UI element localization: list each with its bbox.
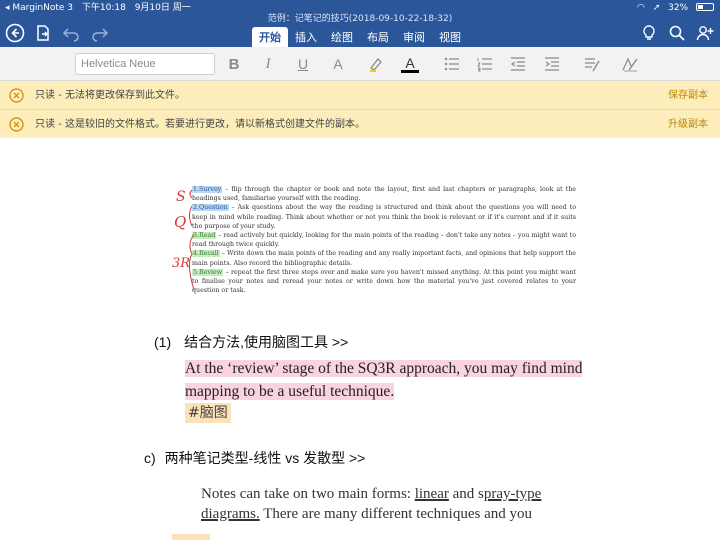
partial-tag (172, 534, 210, 540)
search-button[interactable] (666, 22, 688, 44)
warning-x-icon (9, 88, 24, 103)
handwriting-q: Q (174, 213, 187, 231)
paragraph-format-button[interactable] (580, 53, 604, 75)
font-color-button[interactable]: A (398, 53, 422, 75)
notes-text: and s (448, 486, 484, 502)
sq3r-step: 4.Recall – Write down the main points of… (192, 249, 576, 267)
paragraph-format-icon (585, 58, 600, 72)
file-button[interactable] (32, 22, 54, 44)
back-to-app-link[interactable]: ◂ MarginNote 3 (5, 3, 73, 13)
readonly-banner-save: 只读 - 无法将更改保存到此文件。 保存副本 (0, 81, 720, 110)
styles-button[interactable] (618, 53, 642, 75)
redo-button[interactable] (89, 22, 111, 44)
decrease-indent-button[interactable] (506, 53, 530, 75)
sq3r-step: 1.Survey – flip through the chapter or b… (192, 185, 576, 203)
search-icon (669, 25, 685, 41)
item-label: 两种笔记类型-线性 vs 发散型 >> (164, 450, 366, 466)
battery-percent: 32% (668, 3, 689, 13)
item-label: 结合方法,使用脑图工具 >> (184, 334, 349, 350)
step-text: – Write down the main points of the read… (192, 250, 576, 267)
item-number: (1) (154, 334, 172, 350)
status-time: 下午10:18 (81, 3, 126, 13)
sq3r-step: 5.Review – repeat the first three steps … (192, 268, 576, 296)
tab-layout[interactable]: 布局 (360, 27, 396, 48)
add-person-icon (696, 26, 714, 41)
highlighted-quote: At the ‘review’ stage of the SQ3R approa… (185, 357, 585, 403)
title-ribbon: ◂ MarginNote 3 下午10:18 9月10日 周一 ◠ ➚ 32% … (0, 0, 720, 50)
indent-icon (545, 57, 559, 71)
font-name-box[interactable]: Helvetica Neue (75, 53, 215, 75)
bold-button[interactable]: B (222, 53, 246, 75)
underline-button[interactable]: U (291, 53, 315, 75)
share-button[interactable] (694, 22, 716, 44)
font-color-swatch (401, 69, 419, 73)
numbered-list-icon (477, 58, 492, 72)
outline-item-c[interactable]: c) 两种笔记类型-线性 vs 发散型 >> (144, 448, 365, 468)
format-toolbar: Helvetica Neue B I U A A (0, 47, 720, 81)
ribbon-tabs: 开始 插入 绘图 布局 审阅 视图 (252, 27, 468, 48)
step-text: – read actively but quickly, looking for… (192, 232, 576, 249)
tab-insert[interactable]: 插入 (288, 27, 324, 48)
numbering-button[interactable] (473, 53, 497, 75)
font-size-button[interactable]: A (326, 53, 350, 75)
notes-text: There are many different techniques and … (259, 506, 532, 522)
redo-icon (92, 28, 109, 42)
tab-view[interactable]: 视图 (432, 27, 468, 48)
scanned-excerpt: 1.Survey – flip through the chapter or b… (192, 185, 576, 295)
step-text: – flip through the chapter or book and n… (192, 186, 576, 203)
banner-message: 只读 - 无法将更改保存到此文件。 (35, 90, 185, 101)
font-color-glyph: A (405, 54, 415, 71)
undo-button[interactable] (60, 22, 82, 44)
highlight-button[interactable] (364, 53, 388, 75)
upgrade-copy-button[interactable]: 升级副本 (668, 110, 708, 139)
mindmap-tag[interactable]: #脑图 (185, 403, 231, 423)
warning-x-icon (9, 117, 24, 132)
undo-icon (62, 28, 79, 42)
increase-indent-button[interactable] (540, 53, 564, 75)
outline-item-1[interactable]: (1) 结合方法,使用脑图工具 >> (154, 332, 348, 352)
bullets-button[interactable] (440, 53, 464, 75)
back-arrow-icon (5, 23, 25, 43)
styles-icon (622, 57, 638, 72)
step-text: – repeat the first three steps over and … (192, 268, 576, 295)
location-icon: ➚ (652, 3, 661, 13)
italic-button[interactable]: I (256, 53, 280, 75)
banner-message: 只读 - 这是较旧的文件格式。若要进行更改，请以新格式创建文件的副本。 (35, 119, 365, 130)
tab-draw[interactable]: 绘图 (324, 27, 360, 48)
back-button[interactable] (4, 22, 26, 44)
sq3r-step: 2.Question – Ask questions about the way… (192, 203, 576, 231)
wifi-icon: ◠ (636, 3, 645, 13)
status-date: 9月10日 周一 (134, 3, 191, 13)
tell-me-button[interactable] (638, 22, 660, 44)
lightbulb-icon (643, 25, 655, 40)
quote-text: At the ‘review’ stage of the SQ3R approa… (185, 360, 583, 400)
readonly-banner-upgrade: 只读 - 这是较旧的文件格式。若要进行更改，请以新格式创建文件的副本。 升级副本 (0, 110, 720, 139)
highlighter-icon (370, 58, 382, 72)
step-text: – Ask questions about the way the readin… (192, 204, 576, 230)
handwriting-s: S (176, 189, 186, 205)
battery-icon (696, 3, 714, 11)
sq3r-step: 3.Read – read actively but quickly, look… (192, 231, 576, 249)
file-icon (37, 25, 49, 41)
notes-text: Notes can take on two main forms: (201, 486, 415, 502)
underlined-linear: linear (414, 486, 449, 502)
outdent-icon (510, 57, 525, 71)
tab-home[interactable]: 开始 (252, 27, 288, 48)
tab-review[interactable]: 审阅 (396, 27, 432, 48)
handwriting-3r: 3R (172, 256, 191, 271)
save-copy-button[interactable]: 保存副本 (668, 81, 708, 110)
item-number: c) (144, 450, 156, 466)
bullet-list-icon (444, 57, 459, 71)
notes-excerpt: Notes can take on two main forms: linear… (201, 484, 601, 524)
